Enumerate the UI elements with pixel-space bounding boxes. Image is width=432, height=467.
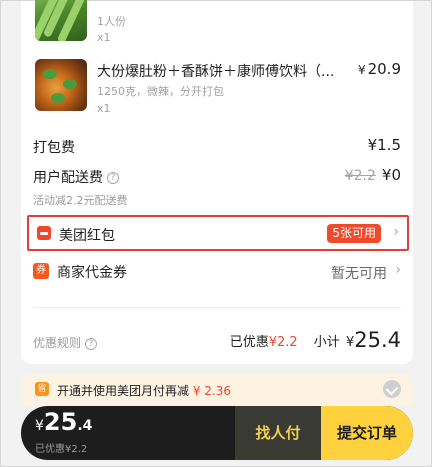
coupon-icon: 券 (33, 263, 49, 279)
item-thumbnail-1 (35, 0, 87, 41)
item-price-2: ¥20.9 (357, 60, 401, 78)
item-name-2: 大份爆肚粉＋香酥饼＋康师傅饮料（... (97, 64, 335, 80)
red-packet-icon (37, 226, 51, 240)
submit-order-button[interactable]: 提交订单 (321, 406, 413, 460)
divider (33, 307, 401, 308)
item-thumbnail-2 (35, 59, 87, 111)
order-summary: 已优惠¥2.2 小计 ¥25.4 (229, 328, 401, 352)
check-circle-icon[interactable] (383, 380, 401, 398)
delivery-fee-value: ¥2.2 ¥0 (344, 166, 401, 184)
red-packet-row[interactable]: 美团红包 5张可用 › (27, 215, 409, 251)
merchant-coupon-value[interactable]: 暂无可用 (331, 263, 387, 283)
item-qty-1: x1 (97, 31, 111, 44)
screen: 1人份 x1 大份爆肚粉＋香酥饼＋康师傅饮料（... ¥20.9 1250克，微… (0, 0, 432, 467)
tip-text: 开通并使用美团月付再减 ¥ 2.36 (57, 384, 232, 398)
red-packet-label: 美团红包 (59, 228, 115, 244)
total-amount: ¥25.4 (35, 408, 93, 436)
subtotal-value: 25.4 (354, 328, 401, 352)
monthly-pay-tip[interactable]: 省 开通并使用美团月付再减 ¥ 2.36 (21, 374, 413, 406)
delivery-fee-original: ¥2.2 (344, 168, 376, 184)
item-spec-2: 1250克，微辣，分开打包 (97, 85, 224, 98)
order-card: 1人份 x1 大份爆肚粉＋香酥饼＋康师傅饮料（... ¥20.9 1250克，微… (21, 0, 413, 364)
packing-fee-label: 打包费 (33, 140, 75, 156)
help-circle-icon[interactable]: ? (85, 337, 98, 350)
discount-rules[interactable]: 优惠规则? (33, 334, 98, 351)
packing-fee-value: ¥1.5 (367, 136, 401, 154)
pay-by-friend-button[interactable]: 找人付 (235, 406, 321, 460)
red-packet-badge: 5张可用 (327, 224, 381, 243)
delivery-fee-label: 用户配送费? (33, 167, 119, 187)
chevron-right-icon: › (393, 224, 399, 240)
item-spec-1: 1人份 (97, 15, 126, 28)
item-qty-2: x1 (97, 102, 111, 115)
save-icon: 省 (35, 382, 49, 396)
total-saved: 已优惠¥2.2 (35, 444, 88, 455)
delivery-promo-note: 活动减2.2元配送费 (33, 194, 128, 207)
help-circle-icon[interactable]: ? (107, 172, 119, 184)
checkout-bar: ¥25.4 已优惠¥2.2 找人付 提交订单 (21, 406, 413, 460)
merchant-coupon-label[interactable]: 商家代金券 (57, 262, 127, 282)
chevron-right-icon[interactable]: › (395, 262, 401, 278)
